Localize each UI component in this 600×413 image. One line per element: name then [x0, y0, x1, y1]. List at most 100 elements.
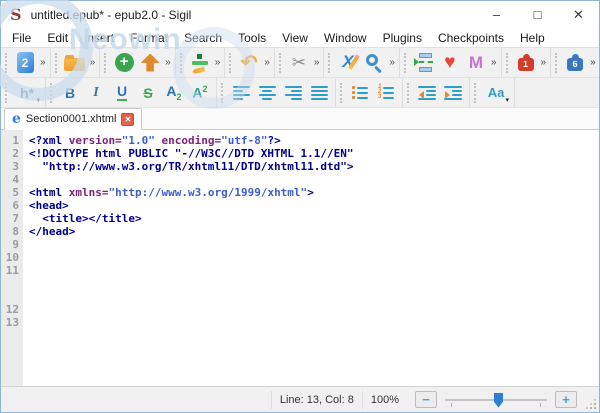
xhtml-file-icon: e	[12, 112, 21, 126]
toolbar-drag-handle[interactable]	[404, 53, 408, 73]
bullet-list-button[interactable]	[347, 80, 373, 106]
indent-button[interactable]	[440, 80, 466, 106]
toolbar-drag-handle[interactable]	[180, 53, 184, 73]
resize-grip[interactable]	[587, 400, 596, 409]
code-line[interactable]: <?xml version="1.0" encoding="utf-8"?>	[29, 134, 599, 147]
code-line[interactable]: <head>	[29, 199, 599, 212]
align-left-button[interactable]	[228, 80, 254, 106]
subscript-button[interactable]: A2	[161, 80, 187, 106]
group-check-find: X »	[324, 48, 400, 77]
toolbar-drag-handle[interactable]	[279, 53, 283, 73]
toolbar-drag-handle[interactable]	[104, 53, 108, 73]
puzzle-red-icon: 1	[518, 58, 534, 71]
overflow-chevron[interactable]: »	[262, 58, 271, 68]
menu-edit[interactable]: Edit	[39, 30, 76, 46]
numbered-list-button[interactable]: 1 2 3	[373, 80, 399, 106]
code-editor[interactable]: 12345678910111213 <?xml version="1.0" en…	[1, 130, 599, 386]
group-add-save: + »	[100, 48, 176, 77]
superscript-button[interactable]: A2	[187, 80, 213, 106]
metadata-editor-button[interactable]: M	[463, 50, 489, 76]
wellformed-check-button[interactable]: X	[335, 50, 361, 76]
change-case-button[interactable]: Aa ▾	[481, 80, 511, 106]
menu-tools[interactable]: Tools	[230, 30, 274, 46]
plugin-6-button[interactable]: 6	[562, 50, 588, 76]
toolbar-drag-handle[interactable]	[5, 83, 9, 103]
close-button[interactable]: ✕	[558, 1, 599, 28]
overflow-chevron[interactable]: »	[588, 58, 597, 68]
up-arrow-icon	[141, 54, 160, 72]
zoom-in-button[interactable]: +	[555, 391, 577, 408]
mend-button[interactable]	[187, 50, 213, 76]
overflow-chevron[interactable]: »	[38, 58, 47, 68]
code-line[interactable]: "http://www.w3.org/TR/xhtml11/DTD/xhtml1…	[29, 160, 599, 173]
heading-style-button[interactable]: h* ▾	[12, 80, 42, 106]
toolbar-drag-handle[interactable]	[50, 83, 54, 103]
open-button[interactable]	[62, 50, 88, 76]
underline-button[interactable]: U	[109, 80, 135, 106]
outdent-button[interactable]	[414, 80, 440, 106]
undo-button[interactable]: ↶	[236, 50, 262, 76]
overflow-chevron[interactable]: »	[539, 58, 548, 68]
minimize-button[interactable]: –	[476, 1, 517, 28]
group-lists: 1 2 3	[336, 78, 403, 107]
code-line[interactable]	[29, 173, 599, 186]
code-line[interactable]: <title></title>	[29, 212, 599, 225]
align-right-button[interactable]	[280, 80, 306, 106]
menu-plugins[interactable]: Plugins	[375, 30, 430, 46]
donate-button[interactable]: ♥	[437, 50, 463, 76]
menu-help[interactable]: Help	[512, 30, 553, 46]
tab-close-icon[interactable]: ✕	[121, 113, 134, 126]
plugin-1-button[interactable]: 1	[513, 50, 539, 76]
menu-window[interactable]: Window	[316, 30, 375, 46]
toolbar-drag-handle[interactable]	[221, 83, 225, 103]
toolbar-drag-handle[interactable]	[555, 53, 559, 73]
tab-section0001[interactable]: e Section0001.xhtml ✕	[4, 108, 142, 130]
menu-insert[interactable]: Insert	[76, 30, 122, 46]
toolbar-drag-handle[interactable]	[229, 53, 233, 73]
overflow-chevron[interactable]: »	[213, 58, 222, 68]
toolbar-drag-handle[interactable]	[328, 53, 332, 73]
zoom-slider[interactable]	[445, 391, 547, 409]
zoom-controls: − +	[407, 391, 585, 409]
toolbar-drag-handle[interactable]	[340, 83, 344, 103]
bold-button[interactable]: B	[57, 80, 83, 106]
toolbar-drag-handle[interactable]	[474, 83, 478, 103]
group-misc: ♥ M »	[400, 48, 502, 77]
code-line[interactable]: </head>	[29, 225, 599, 238]
split-at-cursor-button[interactable]	[411, 50, 437, 76]
slider-tick	[540, 403, 541, 407]
overflow-chevron[interactable]: »	[387, 58, 396, 68]
toolbar-drag-handle[interactable]	[506, 53, 510, 73]
slider-thumb[interactable]	[494, 393, 503, 408]
menu-format[interactable]: Format	[122, 30, 176, 46]
overflow-chevron[interactable]: »	[163, 58, 172, 68]
toolbar-drag-handle[interactable]	[407, 83, 411, 103]
overflow-chevron[interactable]: »	[489, 58, 498, 68]
menu-file[interactable]: File	[4, 30, 39, 46]
zoom-out-button[interactable]: −	[415, 391, 437, 408]
code-area[interactable]: <?xml version="1.0" encoding="utf-8"?><!…	[23, 130, 599, 386]
new-epub-button[interactable]: 2	[12, 50, 38, 76]
slider-tick	[451, 403, 452, 407]
align-justify-button[interactable]	[306, 80, 332, 106]
add-file-button[interactable]: +	[111, 50, 137, 76]
magnifier-icon	[364, 53, 384, 73]
cut-button[interactable]: ✂	[286, 50, 312, 76]
toolbar-main: 2 » » + » »	[1, 47, 599, 77]
find-button[interactable]	[361, 50, 387, 76]
align-center-button[interactable]	[254, 80, 280, 106]
code-line[interactable]: <!DOCTYPE html PUBLIC "-//W3C//DTD XHTML…	[29, 147, 599, 160]
add-existing-button[interactable]	[137, 50, 163, 76]
toolbar-drag-handle[interactable]	[55, 53, 59, 73]
menu-checkpoints[interactable]: Checkpoints	[430, 30, 512, 46]
code-line[interactable]: <html xmlns="http://www.w3.org/1999/xhtm…	[29, 186, 599, 199]
menu-view[interactable]: View	[274, 30, 316, 46]
group-mend: »	[176, 48, 226, 77]
menu-search[interactable]: Search	[176, 30, 230, 46]
strikethrough-button[interactable]: S	[135, 80, 161, 106]
overflow-chevron[interactable]: »	[88, 58, 97, 68]
maximize-button[interactable]: □	[517, 1, 558, 28]
overflow-chevron[interactable]: »	[312, 58, 321, 68]
toolbar-drag-handle[interactable]	[5, 53, 9, 73]
italic-button[interactable]: I	[83, 80, 109, 106]
